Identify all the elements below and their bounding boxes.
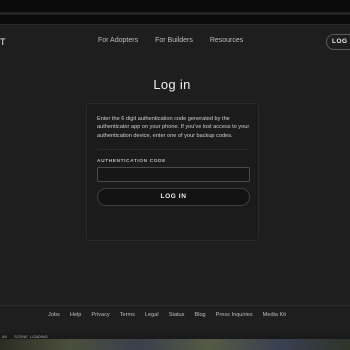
footer-link-press[interactable]: Press Inquiries	[216, 312, 253, 318]
taskbar-item[interactable]: LOADING	[30, 334, 48, 339]
login-submit-button[interactable]: LOG IN	[97, 188, 250, 206]
nav-link-builders[interactable]: For Builders	[155, 37, 193, 44]
two-factor-card: Enter the 6 digit authentication code ge…	[86, 103, 259, 241]
taskbar-item[interactable]: AV	[2, 334, 7, 339]
footer-link-jobs[interactable]: Jobs	[48, 312, 60, 318]
page-title: Log in	[153, 77, 191, 92]
auth-description: Enter the 6 digit authentication code ge…	[97, 116, 250, 139]
card-divider	[97, 149, 249, 150]
footer-link-terms[interactable]: Terms	[120, 312, 135, 318]
taskbar-strip	[0, 333, 350, 339]
footer-link-blog[interactable]: Blog	[194, 312, 205, 318]
nav-links: For Adopters For Builders Resources	[98, 37, 243, 44]
page: T For Adopters For Builders Resources LO…	[0, 25, 350, 333]
footer-link-legal[interactable]: Legal	[145, 312, 159, 318]
footer-link-help[interactable]: Help	[70, 312, 82, 318]
nav-link-resources[interactable]: Resources	[210, 37, 243, 44]
browser-top-strip	[0, 0, 350, 25]
taskbar-item[interactable]: SCENE	[14, 334, 28, 339]
top-nav: T For Adopters For Builders Resources LO…	[0, 31, 350, 53]
footer-links: Jobs Help Privacy Terms Legal Status Blo…	[48, 312, 286, 318]
site-logo[interactable]: T	[0, 37, 6, 47]
footer-link-status[interactable]: Status	[169, 312, 185, 318]
footer-link-privacy[interactable]: Privacy	[91, 312, 109, 318]
taskbar: AV SCENE LOADING	[0, 333, 350, 350]
nav-login-button[interactable]: LOG IN	[326, 34, 350, 50]
auth-code-input[interactable]	[97, 167, 250, 182]
footer-link-media-kit[interactable]: Media Kit	[263, 312, 286, 318]
footer: Jobs Help Privacy Terms Legal Status Blo…	[0, 305, 350, 333]
browser-bar	[0, 12, 350, 15]
auth-code-label: AUTHENTICATION CODE	[97, 159, 166, 164]
nav-link-adopters[interactable]: For Adopters	[98, 37, 138, 44]
